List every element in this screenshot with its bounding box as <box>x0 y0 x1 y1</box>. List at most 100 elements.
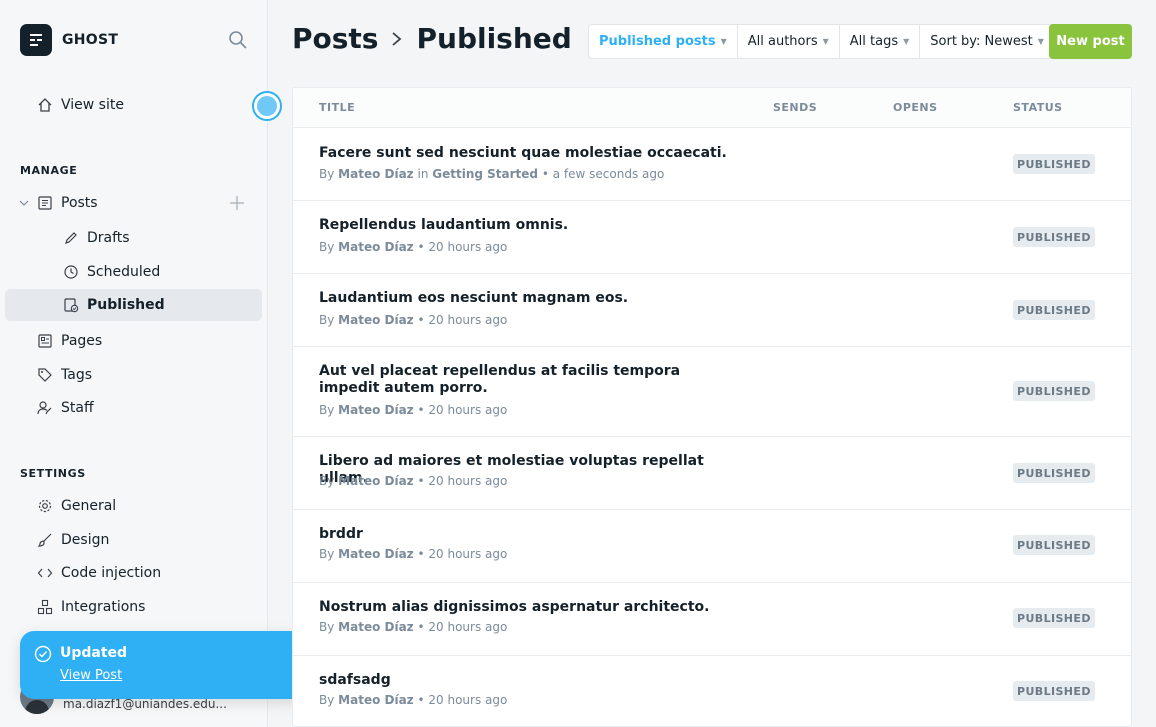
table-row[interactable]: Nostrum alias dignissimos aspernatur arc… <box>293 583 1131 656</box>
table-row[interactable]: sdafsadg By Mateo Díaz • 20 hours ago PU… <box>293 656 1131 726</box>
view-site-link[interactable]: View site <box>5 89 262 121</box>
status-badge: PUBLISHED <box>1013 154 1095 174</box>
sidebar-item-integrations-label: Integrations <box>61 599 146 615</box>
chevron-down-icon: ▼ <box>903 37 910 46</box>
filter-bar: Published posts ▼ All authors ▼ All tags ▼ … <box>588 24 1055 59</box>
pages-icon <box>36 332 54 350</box>
sidebar-item-drafts-label: Drafts <box>87 230 130 246</box>
brand-name: GHOST <box>62 32 119 48</box>
table-header: TITLE SENDS OPENS STATUS <box>293 88 1131 128</box>
posts-table: TITLE SENDS OPENS STATUS Facere sunt sed… <box>292 87 1132 727</box>
sidebar-item-integrations[interactable]: Integrations <box>5 591 262 623</box>
post-title: Facere sunt sed nesciunt quae molestiae … <box>319 145 727 161</box>
meta-by: By <box>319 620 335 634</box>
brush-icon <box>36 531 54 549</box>
post-time: • 20 hours ago <box>417 620 508 634</box>
sort-select[interactable]: Sort by: Newest ▼ <box>920 25 1054 58</box>
pencil-icon <box>62 229 80 247</box>
manage-section-title: MANAGE <box>20 164 78 177</box>
table-row[interactable]: Repellendus laudantium omnis. By Mateo D… <box>293 201 1131 274</box>
post-time: • 20 hours ago <box>417 547 508 561</box>
status-badge: PUBLISHED <box>1013 381 1095 401</box>
post-author: Mateo Díaz <box>338 547 414 561</box>
settings-section-title: SETTINGS <box>20 467 86 480</box>
sidebar-item-general[interactable]: General <box>5 490 262 522</box>
post-title: Repellendus laudantium omnis. <box>319 217 569 233</box>
table-row[interactable]: brddr By Mateo Díaz • 20 hours ago PUBLI… <box>293 510 1131 583</box>
sidebar-item-design-label: Design <box>61 532 110 548</box>
post-title: brddr <box>319 526 363 542</box>
post-time: • 20 hours ago <box>417 240 508 254</box>
sidebar-item-code-injection[interactable]: Code injection <box>5 557 262 589</box>
post-time: • 20 hours ago <box>417 474 508 488</box>
tag-filter-select[interactable]: All tags ▼ <box>840 25 921 58</box>
search-icon[interactable] <box>228 30 248 50</box>
sidebar-item-pages[interactable]: Pages <box>5 325 262 357</box>
onboarding-pulse-icon[interactable] <box>252 91 282 121</box>
sidebar-item-published-label: Published <box>87 297 165 313</box>
meta-by: By <box>319 547 335 561</box>
sort-value: Sort by: Newest <box>930 34 1033 49</box>
post-author: Mateo Díaz <box>338 474 414 488</box>
type-filter-select[interactable]: Published posts ▼ <box>589 25 738 58</box>
sidebar-item-tags[interactable]: Tags <box>5 359 262 391</box>
table-row[interactable]: Facere sunt sed nesciunt quae molestiae … <box>293 128 1131 201</box>
sidebar-item-scheduled[interactable]: Scheduled <box>5 256 262 288</box>
post-title: Nostrum alias dignissimos aspernatur arc… <box>319 599 710 615</box>
page-title-posts[interactable]: Posts <box>292 22 378 55</box>
sidebar-item-design[interactable]: Design <box>5 524 262 556</box>
post-meta: By Mateo Díaz • 20 hours ago <box>319 547 507 561</box>
sidebar-item-published[interactable]: Published <box>5 289 262 321</box>
brand[interactable]: GHOST <box>20 24 118 56</box>
chevron-down-icon: ▼ <box>1037 37 1044 46</box>
new-post-button[interactable]: New post <box>1049 24 1132 59</box>
tag-filter-value: All tags <box>849 34 899 49</box>
sidebar-item-code-injection-label: Code injection <box>61 565 162 581</box>
author-filter-value: All authors <box>747 34 818 49</box>
post-time: • a few seconds ago <box>541 167 665 181</box>
post-time: • 20 hours ago <box>417 693 508 707</box>
post-time: • 20 hours ago <box>417 313 508 327</box>
post-author: Mateo Díaz <box>338 313 414 327</box>
meta-by: By <box>319 313 335 327</box>
sidebar-item-tags-label: Tags <box>61 367 92 383</box>
author-filter-select[interactable]: All authors ▼ <box>738 25 840 58</box>
notification-toast: Updated View Post <box>20 631 308 699</box>
sidebar-item-drafts[interactable]: Drafts <box>5 222 262 254</box>
post-meta: By Mateo Díaz in Getting Started • a few… <box>319 167 664 181</box>
sidebar: GHOST View site MANAGE Posts Drafts Sche… <box>0 0 268 727</box>
post-title: Aut vel placeat repellendus at facilis t… <box>319 363 681 396</box>
add-post-icon[interactable] <box>228 194 246 212</box>
post-title: Laudantium eos nesciunt magnam eos. <box>319 290 629 306</box>
chevron-down-icon: ▼ <box>822 37 829 46</box>
column-sends: SENDS <box>773 101 818 114</box>
status-badge: PUBLISHED <box>1013 463 1095 483</box>
sidebar-item-staff-label: Staff <box>61 400 94 416</box>
chevron-down-icon[interactable] <box>17 194 31 212</box>
view-post-link[interactable]: View Post <box>60 668 122 683</box>
status-badge: PUBLISHED <box>1013 227 1095 247</box>
ghost-logo-icon <box>20 24 52 56</box>
sidebar-item-general-label: General <box>61 498 117 514</box>
meta-by: By <box>319 474 335 488</box>
sidebar-item-staff[interactable]: Staff <box>5 392 262 424</box>
post-author: Mateo Díaz <box>338 167 414 181</box>
post-time: • 20 hours ago <box>417 403 508 417</box>
sidebar-item-posts-label: Posts <box>61 195 98 211</box>
code-icon <box>36 564 54 582</box>
status-badge: PUBLISHED <box>1013 300 1095 320</box>
toast-title: Updated <box>60 645 128 661</box>
sidebar-item-posts[interactable]: Posts <box>5 187 262 219</box>
post-meta: By Mateo Díaz • 20 hours ago <box>319 474 507 488</box>
meta-by: By <box>319 240 335 254</box>
table-row[interactable]: Libero ad maiores et molestiae voluptas … <box>293 437 1131 510</box>
status-badge: PUBLISHED <box>1013 535 1095 555</box>
breadcrumb: Posts Published <box>292 22 572 55</box>
sidebar-item-scheduled-label: Scheduled <box>87 264 161 280</box>
home-icon <box>36 96 54 114</box>
meta-by: By <box>319 403 335 417</box>
posts-icon <box>36 194 54 212</box>
check-circle-icon <box>34 645 52 663</box>
table-row[interactable]: Aut vel placeat repellendus at facilis t… <box>293 347 1131 437</box>
table-row[interactable]: Laudantium eos nesciunt magnam eos. By M… <box>293 274 1131 347</box>
